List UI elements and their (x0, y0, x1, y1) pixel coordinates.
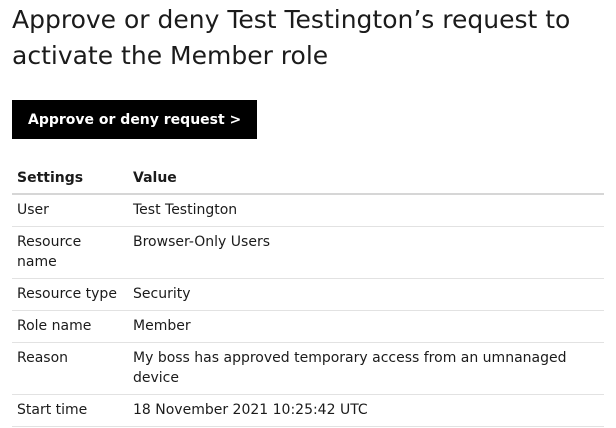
row-value: Test Testington (128, 194, 604, 227)
table-row: User Test Testington (12, 194, 604, 227)
table-header-row: Settings Value (12, 161, 604, 195)
table-row: Reason My boss has approved temporary ac… (12, 342, 604, 395)
column-header-value: Value (128, 161, 604, 195)
row-setting-label: Reason (12, 342, 128, 395)
approve-deny-request-button[interactable]: Approve or deny request > (12, 100, 258, 139)
row-value: My boss has approved temporary access fr… (128, 342, 604, 395)
row-value: 18 November 2021 10:25:42 UTC (128, 394, 604, 427)
table-row: Role name Member (12, 310, 604, 343)
page-title: Approve or deny Test Testington’s reques… (12, 5, 571, 70)
request-details-table: Settings Value User Test Testington Reso… (12, 161, 604, 427)
table-row: Resource type Security (12, 278, 604, 311)
row-setting-label: User (12, 194, 128, 227)
row-setting-label: Role name (12, 310, 128, 343)
row-value: Member (128, 310, 604, 343)
row-value: Browser-Only Users (128, 226, 604, 279)
column-header-settings: Settings (12, 161, 128, 195)
table-row: Resource name Browser-Only Users (12, 226, 604, 279)
table-row: Start time 18 November 2021 10:25:42 UTC (12, 394, 604, 427)
email-body: Approve or deny Test Testington’s reques… (12, 2, 604, 427)
row-setting-label: Start time (12, 394, 128, 427)
row-setting-label: Resource name (12, 226, 128, 279)
row-value: Security (128, 278, 604, 311)
row-setting-label: Resource type (12, 278, 128, 311)
